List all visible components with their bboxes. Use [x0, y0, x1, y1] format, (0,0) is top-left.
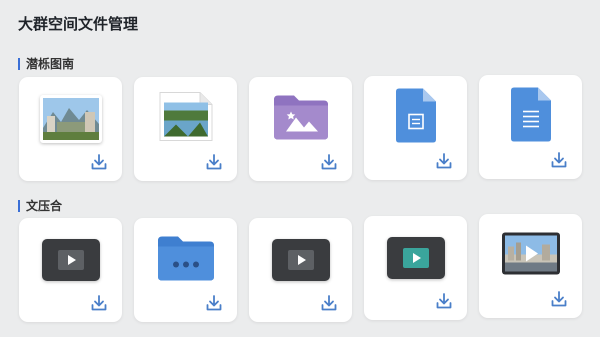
landscape-photo-icon	[39, 95, 102, 143]
download-icon[interactable]	[90, 294, 108, 312]
dark-video-icon	[271, 239, 330, 281]
blue-folder-icon	[156, 235, 216, 286]
city-video-icon	[501, 232, 560, 280]
purple-image-folder-icon	[272, 94, 330, 145]
download-icon[interactable]	[205, 294, 223, 312]
download-icon[interactable]	[435, 152, 453, 170]
file-card[interactable]	[249, 218, 352, 322]
section-header: 文压合	[18, 197, 62, 214]
file-card[interactable]	[249, 77, 352, 181]
download-icon[interactable]	[550, 151, 568, 169]
download-icon[interactable]	[435, 292, 453, 310]
file-card[interactable]	[134, 218, 237, 322]
section-accent-bar	[18, 57, 20, 70]
download-icon[interactable]	[90, 153, 108, 171]
river-photo-icon	[158, 91, 214, 148]
section-label: 文压合	[26, 199, 63, 213]
download-icon[interactable]	[320, 153, 338, 171]
file-card[interactable]	[19, 77, 122, 181]
blue-document-icon	[393, 87, 439, 150]
page-title: 大群空间文件管理	[18, 16, 139, 33]
section-accent-bar	[18, 199, 20, 212]
download-icon[interactable]	[550, 290, 568, 308]
section-label: 潜栎图南	[26, 57, 75, 71]
file-card[interactable]	[19, 218, 122, 322]
download-icon[interactable]	[320, 294, 338, 312]
file-card[interactable]	[479, 75, 582, 179]
file-card[interactable]	[479, 214, 582, 318]
download-icon[interactable]	[205, 153, 223, 171]
file-card[interactable]	[364, 216, 467, 320]
section-header: 潜栎图南	[18, 55, 74, 72]
teal-video-icon	[386, 237, 445, 279]
file-card[interactable]	[134, 77, 237, 181]
blue-document-lines-icon	[508, 86, 554, 149]
dark-video-icon	[41, 239, 100, 281]
file-card[interactable]	[364, 76, 467, 180]
